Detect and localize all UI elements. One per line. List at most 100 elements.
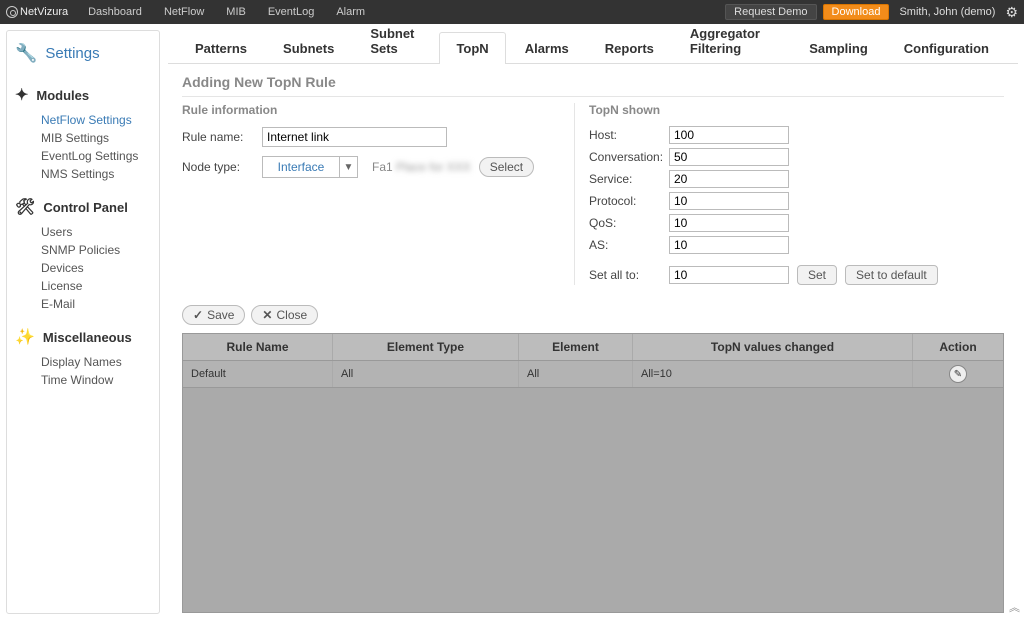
topnav-eventlog[interactable]: EventLog [268,6,314,18]
select-node-button[interactable]: Select [479,157,534,177]
sidebar-control-panel: 🛠 Control Panel Users SNMP Policies Devi… [11,193,155,317]
tools-icon: 🛠 [15,197,35,217]
topnav-netflow[interactable]: NetFlow [164,6,204,18]
modules-icon: ✦ [15,85,28,105]
page-title: Adding New TopN Rule [182,74,1004,97]
td-element: All [519,361,633,387]
tab-aggregator-filtering[interactable]: Aggregator Filtering [673,17,790,64]
set-all-label: Set all to: [589,268,669,282]
node-selected: Fa1 Place for XXX [372,160,471,174]
topn-host-input[interactable] [669,126,789,144]
table-header: Rule Name Element Type Element TopN valu… [183,334,1003,361]
gear-icon[interactable]: ⚙ [1005,4,1018,21]
node-type-value: Interface [263,160,339,174]
topn-service-label: Service: [589,172,669,186]
td-action: ✎ [913,361,1003,387]
sidebar-item-snmp-policies[interactable]: SNMP Policies [41,241,155,259]
topn-protocol-input[interactable] [669,192,789,210]
sidebar-item-mib-settings[interactable]: MIB Settings [41,129,155,147]
tab-configuration[interactable]: Configuration [887,32,1006,64]
sidebar-item-netflow-settings[interactable]: NetFlow Settings [41,111,155,129]
sidebar-modules-header[interactable]: ✦ Modules [11,81,155,109]
download-button[interactable]: Download [823,4,890,20]
content: Adding New TopN Rule Rule information Ru… [168,64,1018,623]
sidebar-modules-title: Modules [36,88,89,103]
topn-shown-section: TopN shown Host: Conversation: Service: … [574,103,1004,285]
tab-reports[interactable]: Reports [588,32,671,64]
wand-icon: ✨ [15,327,35,347]
tab-alarms[interactable]: Alarms [508,32,586,64]
th-element[interactable]: Element [519,334,633,360]
th-topn-changed[interactable]: TopN values changed [633,334,913,360]
topn-protocol-label: Protocol: [589,194,669,208]
topnav-mib[interactable]: MIB [226,6,246,18]
topn-as-label: AS: [589,238,669,252]
th-element-type[interactable]: Element Type [333,334,519,360]
th-rule-name[interactable]: Rule Name [183,334,333,360]
sidebar-title: Settings [45,45,99,62]
scroll-to-top-icon[interactable]: ︽ [1009,604,1020,612]
node-type-label: Node type: [182,160,262,174]
sidebar-misc: ✨ Miscellaneous Display Names Time Windo… [11,323,155,393]
sidebar-item-eventlog-settings[interactable]: EventLog Settings [41,147,155,165]
set-button[interactable]: Set [797,265,837,285]
topn-qos-label: QoS: [589,216,669,230]
close-button[interactable]: ✕Close [251,305,318,325]
tab-topn[interactable]: TopN [439,32,505,64]
topn-conversation-label: Conversation: [589,150,669,164]
topn-as-input[interactable] [669,236,789,254]
topn-host-label: Host: [589,128,669,142]
sidebar-item-time-window[interactable]: Time Window [41,371,155,389]
th-action[interactable]: Action [913,334,1003,360]
sidebar-control-panel-title: Control Panel [43,200,128,215]
topn-conversation-input[interactable] [669,148,789,166]
main-area: Patterns Subnets Subnet Sets TopN Alarms… [168,30,1018,614]
app-name: NetVizura [20,6,68,18]
rule-info-title: Rule information [182,103,560,117]
tab-subnets[interactable]: Subnets [266,32,351,64]
chevron-down-icon: ▼ [339,157,357,177]
top-bar: NetVizura Dashboard NetFlow MIB EventLog… [0,0,1024,24]
td-element-type: All [333,361,519,387]
table-row: Default All All All=10 ✎ [183,361,1003,388]
rule-name-label: Rule name: [182,130,262,144]
topn-title: TopN shown [589,103,1004,117]
td-rule-name: Default [183,361,333,387]
sidebar-header: 🔧 Settings [11,39,155,75]
sidebar-modules: ✦ Modules NetFlow Settings MIB Settings … [11,81,155,187]
logo: NetVizura [6,6,68,18]
save-button[interactable]: ✓Save [182,305,245,325]
config-tabs: Patterns Subnets Subnet Sets TopN Alarms… [168,30,1018,64]
rules-table: Rule Name Element Type Element TopN valu… [182,333,1004,613]
rule-name-input[interactable] [262,127,447,147]
tab-sampling[interactable]: Sampling [792,32,885,64]
sidebar-item-devices[interactable]: Devices [41,259,155,277]
edit-icon[interactable]: ✎ [949,365,967,383]
sidebar-item-email[interactable]: E-Mail [41,295,155,313]
topn-qos-input[interactable] [669,214,789,232]
td-topn-changed: All=10 [633,361,913,387]
check-icon: ✓ [193,308,203,322]
sidebar-misc-title: Miscellaneous [43,330,132,345]
logo-icon [6,6,18,18]
tab-patterns[interactable]: Patterns [178,32,264,64]
current-user[interactable]: Smith, John (demo) [899,6,995,18]
form-actions: ✓Save ✕Close [182,305,1004,325]
sidebar-control-panel-header[interactable]: 🛠 Control Panel [11,193,155,221]
sidebar: 🔧 Settings ✦ Modules NetFlow Settings MI… [6,30,160,614]
sidebar-misc-header[interactable]: ✨ Miscellaneous [11,323,155,351]
set-to-default-button[interactable]: Set to default [845,265,938,285]
sidebar-item-nms-settings[interactable]: NMS Settings [41,165,155,183]
node-type-dropdown[interactable]: Interface ▼ [262,156,358,178]
sidebar-item-license[interactable]: License [41,277,155,295]
tab-subnet-sets[interactable]: Subnet Sets [353,17,437,64]
rule-information-section: Rule information Rule name: Node type: I… [182,103,574,285]
topn-service-input[interactable] [669,170,789,188]
top-nav: Dashboard NetFlow MIB EventLog Alarm [88,6,365,18]
close-icon: ✕ [262,308,272,322]
topnav-dashboard[interactable]: Dashboard [88,6,142,18]
sidebar-item-users[interactable]: Users [41,223,155,241]
sidebar-item-display-names[interactable]: Display Names [41,353,155,371]
set-all-input[interactable] [669,266,789,284]
wrench-icon: 🔧 [15,43,37,64]
